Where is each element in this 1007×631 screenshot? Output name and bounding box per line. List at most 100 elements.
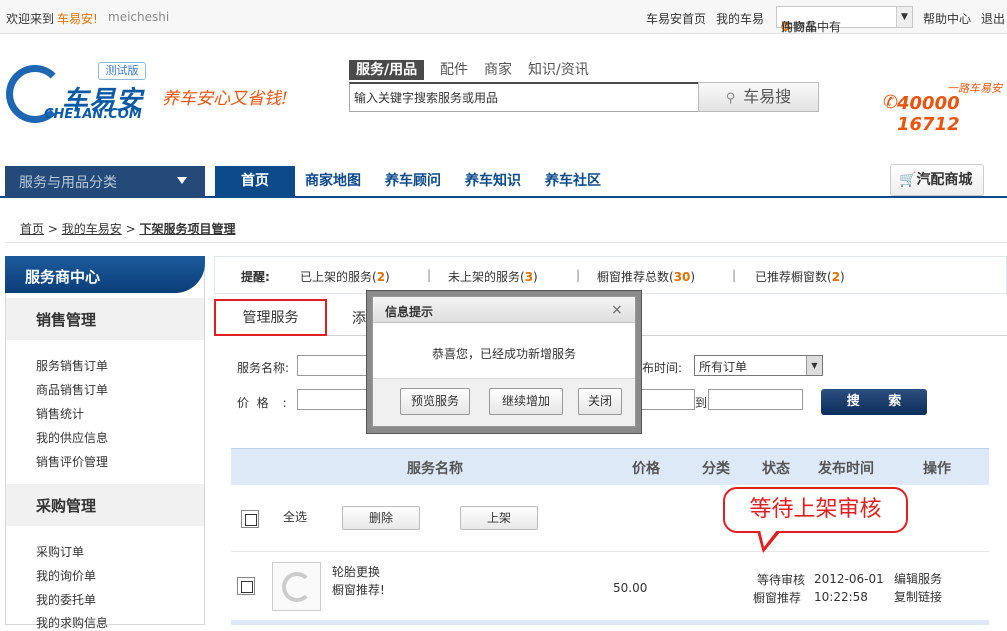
status-callout: 等待上架审核 [723,487,908,533]
table-header: 服务名称 价格 分类 状态 发布时间 操作 [231,448,989,485]
col-price: 价格 [632,461,660,477]
nav-item-advisor[interactable]: 养车顾问 [385,166,441,198]
reminder-sep: | [732,268,737,282]
search-tab-knowledge[interactable]: 知识/资讯 [528,60,589,80]
nav-item-map[interactable]: 商家地图 [305,166,361,198]
filter-search-button[interactable]: 搜 索 [821,389,927,415]
nav-item-home[interactable]: 首页 [215,166,295,198]
price-label-text: 价 格 [237,396,269,410]
sidebar-item-service-orders[interactable]: 服务销售订单 [36,357,108,374]
price-min-input[interactable] [297,389,377,410]
dialog-title: 信息提示 [373,297,635,323]
publish-date: 2012-06-01 [814,572,884,586]
reminder-unlisted-label: 未上架的服务( [448,270,525,284]
breadcrumb-account[interactable]: 我的车易安 [62,222,122,236]
dialog-close-button[interactable]: 关闭 [578,388,622,415]
sidebar-item-product-orders[interactable]: 商品销售订单 [36,381,108,398]
chevron-down-icon: ▼ [806,356,822,375]
service-name-label: 服务名称: [237,361,290,375]
preview-service-button[interactable]: 预览服务 [400,388,470,415]
price-colon: : [282,396,287,410]
reminder-window-total-count: 30 [673,270,691,284]
date-to-input[interactable] [708,389,803,410]
reminder-listed-count: 2 [376,270,386,284]
reminder-window-used[interactable]: 已推荐橱窗数(2) [755,268,845,285]
home-link[interactable]: 车易安首页 [646,10,706,27]
parts-mall-label: 汽配商城 [916,172,973,188]
search-button-label: 车易搜 [743,87,792,106]
date-from-input[interactable] [640,389,695,410]
beta-badge: 测试版 [98,62,146,80]
phone-number: 40000 16712 [897,93,960,135]
nav-item-knowledge[interactable]: 养车知识 [465,166,521,198]
reminder-sep: | [576,268,581,282]
logo-icon [282,572,312,602]
reminder-unlisted-count: 3 [524,270,534,284]
window-flag: 橱窗推荐! [332,583,385,597]
sidebar-section-purchase: 采购管理 [6,484,204,526]
sidebar-title: 服务商中心 [5,256,205,293]
parts-mall-button[interactable]: 🛒汽配商城 [890,164,984,196]
col-actions: 操作 [923,461,951,477]
chevron-down-icon: ▼ [896,7,912,27]
select-all-checkbox[interactable] [241,510,259,528]
chevron-down-icon [177,177,187,184]
reminder-window-used-count: 2 [831,270,841,284]
sidebar-item-delegations[interactable]: 我的委托单 [36,591,96,608]
publish-date-select[interactable]: 所有订单 ▼ [694,355,823,376]
row-checkbox[interactable] [237,577,255,595]
service-name-input[interactable] [297,355,377,376]
category-dropdown[interactable]: 服务与用品分类 [5,166,205,198]
nav-item-community[interactable]: 养车社区 [545,166,601,198]
reminder-unlisted[interactable]: 未上架的服务(3) [448,268,538,285]
search-icon: ⚲ [725,91,736,106]
my-account-link[interactable]: 我的车易 [716,10,764,27]
sidebar-item-requests[interactable]: 我的求购信息 [36,614,108,631]
table-footer [231,620,989,625]
sidebar-item-sales-stats[interactable]: 销售统计 [36,405,84,422]
breadcrumb-sep: > [125,222,140,236]
publish-time: 10:22:58 [814,590,868,604]
search-button[interactable]: ⚲ 车易搜 [698,82,819,112]
breadcrumb-sep: > [47,222,62,236]
help-link[interactable]: 帮助中心 [923,10,971,27]
breadcrumb-home[interactable]: 首页 [20,222,44,236]
tab-manage-service[interactable]: 管理服务 [214,299,327,336]
reminder-paren: ) [385,270,390,284]
reminder-paren: ) [533,270,538,284]
select-all-label: 全选 [283,510,308,524]
sidebar-item-reviews[interactable]: 销售评价管理 [36,453,108,470]
reminder-window-total[interactable]: 橱窗推荐总数(30) [597,268,695,285]
callout-tail-inner [760,530,777,547]
service-name[interactable]: 轮胎更换 [332,563,380,580]
logout-link[interactable]: 退出 [981,10,1005,27]
sidebar-item-purchase-orders[interactable]: 采购订单 [36,543,84,560]
reminder-sep: | [427,268,432,282]
reminder-window-total-label: 橱窗推荐总数( [597,270,674,284]
delete-button[interactable]: 删除 [342,506,420,530]
search-input[interactable]: 输入关键字搜索服务或用品 [349,82,699,112]
breadcrumb-current: 下架服务项目管理 [139,222,236,236]
reminder-label: 提醒: [241,270,270,284]
welcome-text: 欢迎来到 [6,12,55,26]
copy-link[interactable]: 复制链接 [894,588,942,605]
logo-en: CHE1AN.COM [44,107,142,122]
divider [5,242,1007,243]
sidebar-item-supply-info[interactable]: 我的供应信息 [36,429,108,446]
edit-service-link[interactable]: 编辑服务 [894,570,942,587]
service-thumbnail[interactable] [272,562,321,611]
sidebar-item-inquiries[interactable]: 我的询价单 [36,567,96,584]
cart-icon: 🛒 [899,172,917,188]
search-tab-parts[interactable]: 配件 [440,60,468,80]
cart-suffix: 件商品 [781,20,818,34]
search-tab-shops[interactable]: 商家 [484,60,512,80]
search-tab-service[interactable]: 服务/用品 [349,60,425,80]
reminder-bar: 提醒: 已上架的服务(2) | 未上架的服务(3) | 橱窗推荐总数(30) |… [214,256,1007,294]
reminder-listed[interactable]: 已上架的服务(2) [300,268,390,285]
status-pending: 等待审核 [757,573,806,587]
to-label: 到 [695,396,708,410]
cart-dropdown[interactable]: 购物车中有 0 件商品 ▼ [776,6,913,34]
continue-add-button[interactable]: 继续增加 [489,388,563,415]
close-icon[interactable]: × [611,302,623,318]
list-button[interactable]: 上架 [460,506,538,530]
